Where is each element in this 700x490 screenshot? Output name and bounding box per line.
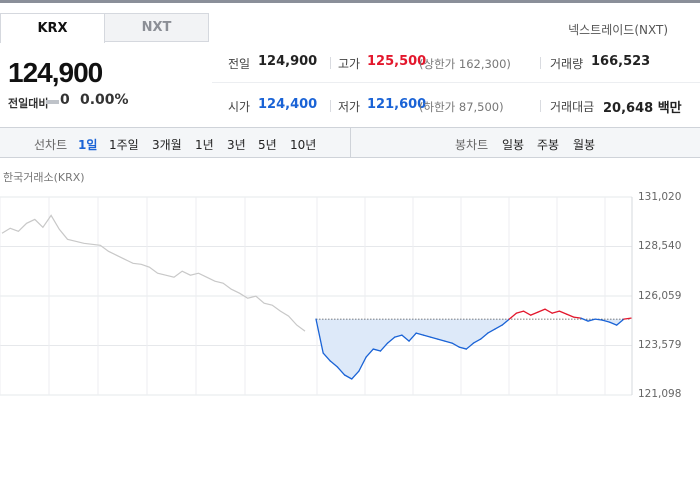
y-tick-label: 123,579 bbox=[638, 339, 682, 351]
volume-label: 거래량 bbox=[550, 57, 584, 71]
today-line-segment bbox=[551, 310, 561, 314]
price-chart[interactable] bbox=[0, 185, 700, 400]
today-line-segment bbox=[537, 308, 546, 313]
change-label: 전일대비 bbox=[8, 97, 49, 110]
tab-krx[interactable]: KRX bbox=[0, 13, 105, 43]
high-label: 고가 bbox=[338, 57, 361, 71]
y-tick-label: 131,020 bbox=[638, 191, 682, 203]
low-value: 121,600 bbox=[367, 97, 427, 112]
candle-chart-label: 봉차트 bbox=[455, 138, 489, 152]
prev-close-label: 전일 bbox=[228, 57, 251, 71]
period-1y[interactable]: 1년 bbox=[195, 136, 214, 153]
y-tick-label: 126,059 bbox=[638, 290, 682, 302]
today-line-segment bbox=[573, 316, 582, 319]
today-line-segment bbox=[565, 313, 575, 318]
today-line-segment bbox=[508, 312, 518, 320]
divider bbox=[330, 100, 331, 112]
change-value: 0 bbox=[60, 92, 70, 108]
lower-limit: (하한가 87,500) bbox=[419, 100, 504, 114]
tab-nxt[interactable]: NXT bbox=[104, 13, 209, 42]
candle-weekly[interactable]: 주봉 bbox=[537, 136, 559, 153]
line-chart-label: 선차트 bbox=[34, 138, 68, 152]
candle-daily[interactable]: 일봉 bbox=[502, 136, 524, 153]
change-percent: 0.00% bbox=[80, 92, 129, 108]
period-10y[interactable]: 10년 bbox=[290, 136, 316, 153]
trade-value-label: 거래대금 bbox=[550, 100, 595, 114]
divider bbox=[540, 57, 541, 69]
today-line-segment bbox=[558, 310, 568, 315]
toolbar-divider bbox=[350, 128, 351, 157]
chart-source: 한국거래소(KRX) bbox=[3, 171, 85, 184]
down-area-fill bbox=[316, 319, 631, 379]
nxt-link[interactable]: 넥스트레이드(NXT) bbox=[568, 21, 668, 38]
current-price: 124,900 bbox=[8, 57, 103, 88]
period-1w[interactable]: 1주일 bbox=[109, 136, 139, 153]
period-3y[interactable]: 3년 bbox=[227, 136, 246, 153]
low-label: 저가 bbox=[338, 100, 361, 114]
top-border bbox=[0, 0, 700, 3]
period-3m[interactable]: 3개월 bbox=[152, 136, 182, 153]
previous-session-line bbox=[1, 214, 306, 332]
today-line-segment bbox=[515, 310, 525, 314]
candle-monthly[interactable]: 월봉 bbox=[573, 136, 595, 153]
today-line-segment bbox=[530, 311, 539, 316]
quote-row-divider bbox=[212, 82, 700, 83]
upper-limit: (상한가 162,300) bbox=[419, 57, 511, 71]
volume-value: 166,523 bbox=[591, 54, 651, 69]
prev-close-value: 124,900 bbox=[258, 54, 318, 69]
y-tick-label: 121,098 bbox=[638, 388, 682, 400]
period-5y[interactable]: 5년 bbox=[258, 136, 277, 153]
open-label: 시가 bbox=[228, 100, 251, 114]
today-line-segment bbox=[544, 308, 553, 314]
today-line-segment bbox=[522, 310, 532, 316]
divider bbox=[330, 57, 331, 69]
no-change-icon bbox=[46, 100, 59, 104]
today-line-segment bbox=[623, 317, 632, 320]
y-tick-label: 128,540 bbox=[638, 240, 682, 252]
trade-value: 20,648 백만 bbox=[603, 101, 682, 116]
high-value: 125,500 bbox=[367, 54, 427, 69]
divider bbox=[540, 100, 541, 112]
period-1d[interactable]: 1일 bbox=[78, 136, 97, 153]
open-value: 124,400 bbox=[258, 97, 318, 112]
